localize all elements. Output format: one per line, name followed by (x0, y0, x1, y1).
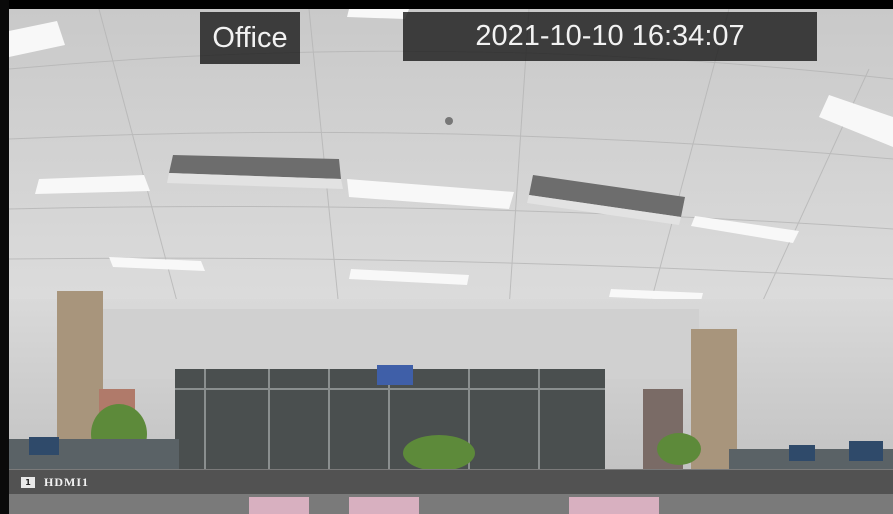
monitor-frame: Office 2021-10-10 16:34:07 1 HDMI1 (0, 0, 893, 514)
output-name-label: HDMI1 (44, 474, 89, 489)
channel-status-strip: 1 HDMI1 (9, 470, 893, 494)
live-video-view[interactable]: Office 2021-10-10 16:34:07 (9, 9, 893, 514)
camera-scene-image (9, 9, 893, 514)
timestamp-osd: 2021-10-10 16:34:07 (403, 12, 817, 61)
camera-name-osd: Office (200, 12, 300, 64)
left-border (0, 0, 9, 514)
channel-number-badge: 1 (21, 476, 35, 488)
top-border (0, 0, 893, 9)
